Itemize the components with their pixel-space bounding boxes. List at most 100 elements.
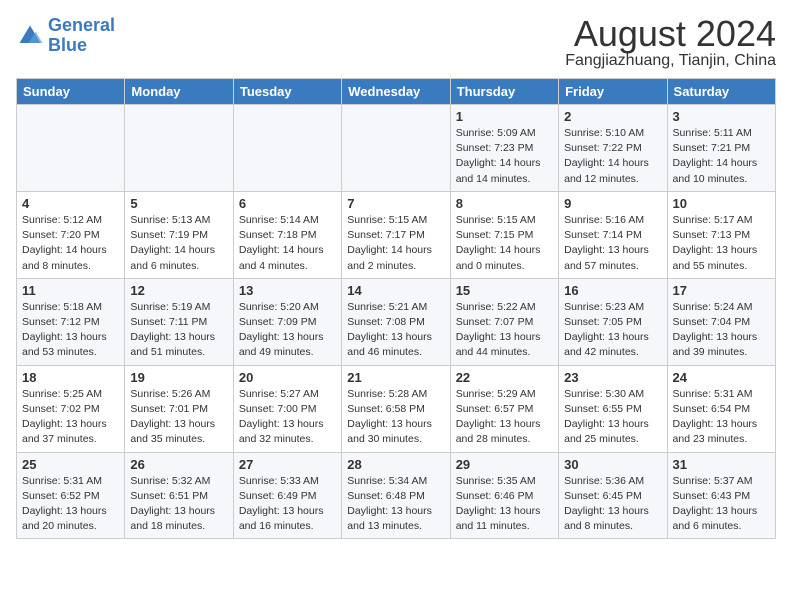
- day-cell: 8Sunrise: 5:15 AMSunset: 7:15 PMDaylight…: [450, 191, 558, 278]
- week-row-2: 4 Sunrise: 5:12 AMSunset: 7:20 PMDaylight…: [17, 191, 776, 278]
- day-info: Sunrise: 5:19 AMSunset: 7:11 PMDaylight:…: [130, 300, 227, 361]
- week-row-3: 11 Sunrise: 5:18 AMSunset: 7:12 PMDayligh…: [17, 278, 776, 365]
- location-title: Fangjiazhuang, Tianjin, China: [565, 52, 776, 70]
- day-cell: 14 Sunrise: 5:21 AMSunset: 7:08 PMDayligh…: [342, 278, 450, 365]
- day-info: Sunrise: 5:23 AMSunset: 7:05 PMDaylight:…: [564, 300, 661, 361]
- day-number: 14: [347, 283, 444, 298]
- day-cell: 25Sunrise: 5:31 AMSunset: 6:52 PMDayligh…: [17, 452, 125, 539]
- day-info: Sunrise: 5:34 AMSunset: 6:48 PMDaylight:…: [347, 474, 444, 535]
- day-info: Sunrise: 5:25 AMSunset: 7:02 PMDaylight:…: [22, 387, 119, 448]
- day-info: Sunrise: 5:14 AMSunset: 7:18 PMDaylight:…: [239, 213, 336, 274]
- day-cell: 28 Sunrise: 5:34 AMSunset: 6:48 PMDayligh…: [342, 452, 450, 539]
- day-number: 12: [130, 283, 227, 298]
- weekday-header-thursday: Thursday: [450, 79, 558, 105]
- day-cell: 26 Sunrise: 5:32 AMSunset: 6:51 PMDayligh…: [125, 452, 233, 539]
- day-info: Sunrise: 5:20 AMSunset: 7:09 PMDaylight:…: [239, 300, 336, 361]
- day-cell: 5 Sunrise: 5:13 AMSunset: 7:19 PMDaylight…: [125, 191, 233, 278]
- page-header: General Blue August 2024 Fangjiazhuang, …: [16, 16, 776, 70]
- day-info: Sunrise: 5:31 AMSunset: 6:54 PMDaylight:…: [673, 387, 770, 448]
- day-number: 4: [22, 196, 119, 211]
- day-info: Sunrise: 5:15 AMSunset: 7:17 PMDaylight:…: [347, 213, 444, 274]
- day-number: 6: [239, 196, 336, 211]
- day-cell: 13 Sunrise: 5:20 AMSunset: 7:09 PMDayligh…: [233, 278, 341, 365]
- day-number: 13: [239, 283, 336, 298]
- day-cell: 23 Sunrise: 5:30 AMSunset: 6:55 PMDayligh…: [559, 365, 667, 452]
- day-cell: 1 Sunrise: 5:09 AMSunset: 7:23 PMDaylight…: [450, 105, 558, 192]
- day-info: Sunrise: 5:36 AMSunset: 6:45 PMDaylight:…: [564, 474, 661, 535]
- day-cell: [17, 105, 125, 192]
- logo: General Blue: [16, 16, 115, 56]
- day-info: Sunrise: 5:09 AMSunset: 7:23 PMDaylight:…: [456, 126, 553, 187]
- day-cell: 27 Sunrise: 5:33 AMSunset: 6:49 PMDayligh…: [233, 452, 341, 539]
- day-info: Sunrise: 5:10 AMSunset: 7:22 PMDaylight:…: [564, 126, 661, 187]
- day-number: 31: [673, 457, 770, 472]
- day-number: 1: [456, 109, 553, 124]
- month-title: August 2024: [565, 16, 776, 52]
- day-info: Sunrise: 5:35 AMSunset: 6:46 PMDaylight:…: [456, 474, 553, 535]
- day-number: 5: [130, 196, 227, 211]
- day-cell: 15 Sunrise: 5:22 AMSunset: 7:07 PMDayligh…: [450, 278, 558, 365]
- day-cell: [342, 105, 450, 192]
- day-cell: 30 Sunrise: 5:36 AMSunset: 6:45 PMDayligh…: [559, 452, 667, 539]
- weekday-header-monday: Monday: [125, 79, 233, 105]
- day-info: Sunrise: 5:22 AMSunset: 7:07 PMDaylight:…: [456, 300, 553, 361]
- day-number: 27: [239, 457, 336, 472]
- day-cell: 29 Sunrise: 5:35 AMSunset: 6:46 PMDayligh…: [450, 452, 558, 539]
- day-info: Sunrise: 5:13 AMSunset: 7:19 PMDaylight:…: [130, 213, 227, 274]
- day-info: Sunrise: 5:27 AMSunset: 7:00 PMDaylight:…: [239, 387, 336, 448]
- day-info: Sunrise: 5:24 AMSunset: 7:04 PMDaylight:…: [673, 300, 770, 361]
- day-number: 3: [673, 109, 770, 124]
- logo-icon: [16, 22, 44, 50]
- day-number: 7: [347, 196, 444, 211]
- day-info: Sunrise: 5:21 AMSunset: 7:08 PMDaylight:…: [347, 300, 444, 361]
- day-info: Sunrise: 5:15 AMSunset: 7:15 PMDaylight:…: [456, 213, 553, 274]
- day-cell: 4 Sunrise: 5:12 AMSunset: 7:20 PMDaylight…: [17, 191, 125, 278]
- day-number: 23: [564, 370, 661, 385]
- day-number: 22: [456, 370, 553, 385]
- day-cell: 17Sunrise: 5:24 AMSunset: 7:04 PMDayligh…: [667, 278, 775, 365]
- week-row-4: 18 Sunrise: 5:25 AMSunset: 7:02 PMDayligh…: [17, 365, 776, 452]
- weekday-header-saturday: Saturday: [667, 79, 775, 105]
- day-cell: [125, 105, 233, 192]
- day-cell: 3 Sunrise: 5:11 AMSunset: 7:21 PMDaylight…: [667, 105, 775, 192]
- week-row-5: 25Sunrise: 5:31 AMSunset: 6:52 PMDayligh…: [17, 452, 776, 539]
- day-cell: 18 Sunrise: 5:25 AMSunset: 7:02 PMDayligh…: [17, 365, 125, 452]
- title-block: August 2024 Fangjiazhuang, Tianjin, Chin…: [565, 16, 776, 70]
- day-info: Sunrise: 5:37 AMSunset: 6:43 PMDaylight:…: [673, 474, 770, 535]
- day-cell: 19Sunrise: 5:26 AMSunset: 7:01 PMDayligh…: [125, 365, 233, 452]
- day-cell: 22Sunrise: 5:29 AMSunset: 6:57 PMDayligh…: [450, 365, 558, 452]
- day-cell: 2Sunrise: 5:10 AMSunset: 7:22 PMDaylight…: [559, 105, 667, 192]
- weekday-header-row: SundayMondayTuesdayWednesdayThursdayFrid…: [17, 79, 776, 105]
- day-cell: 31 Sunrise: 5:37 AMSunset: 6:43 PMDayligh…: [667, 452, 775, 539]
- day-cell: 21Sunrise: 5:28 AMSunset: 6:58 PMDayligh…: [342, 365, 450, 452]
- weekday-header-friday: Friday: [559, 79, 667, 105]
- day-cell: 11 Sunrise: 5:18 AMSunset: 7:12 PMDayligh…: [17, 278, 125, 365]
- day-cell: 7 Sunrise: 5:15 AMSunset: 7:17 PMDaylight…: [342, 191, 450, 278]
- calendar-table: SundayMondayTuesdayWednesdayThursdayFrid…: [16, 78, 776, 539]
- day-number: 18: [22, 370, 119, 385]
- day-number: 11: [22, 283, 119, 298]
- day-number: 15: [456, 283, 553, 298]
- day-info: Sunrise: 5:32 AMSunset: 6:51 PMDaylight:…: [130, 474, 227, 535]
- day-number: 28: [347, 457, 444, 472]
- day-number: 26: [130, 457, 227, 472]
- day-info: Sunrise: 5:12 AMSunset: 7:20 PMDaylight:…: [22, 213, 119, 274]
- day-cell: 12 Sunrise: 5:19 AMSunset: 7:11 PMDayligh…: [125, 278, 233, 365]
- day-number: 24: [673, 370, 770, 385]
- day-info: Sunrise: 5:11 AMSunset: 7:21 PMDaylight:…: [673, 126, 770, 187]
- day-cell: 10Sunrise: 5:17 AMSunset: 7:13 PMDayligh…: [667, 191, 775, 278]
- day-number: 30: [564, 457, 661, 472]
- day-number: 16: [564, 283, 661, 298]
- day-number: 29: [456, 457, 553, 472]
- day-info: Sunrise: 5:33 AMSunset: 6:49 PMDaylight:…: [239, 474, 336, 535]
- day-info: Sunrise: 5:31 AMSunset: 6:52 PMDaylight:…: [22, 474, 119, 535]
- day-number: 19: [130, 370, 227, 385]
- day-number: 10: [673, 196, 770, 211]
- day-info: Sunrise: 5:30 AMSunset: 6:55 PMDaylight:…: [564, 387, 661, 448]
- day-cell: 6 Sunrise: 5:14 AMSunset: 7:18 PMDaylight…: [233, 191, 341, 278]
- day-cell: 24 Sunrise: 5:31 AMSunset: 6:54 PMDayligh…: [667, 365, 775, 452]
- weekday-header-sunday: Sunday: [17, 79, 125, 105]
- day-cell: 20Sunrise: 5:27 AMSunset: 7:00 PMDayligh…: [233, 365, 341, 452]
- week-row-1: 1 Sunrise: 5:09 AMSunset: 7:23 PMDaylight…: [17, 105, 776, 192]
- day-info: Sunrise: 5:18 AMSunset: 7:12 PMDaylight:…: [22, 300, 119, 361]
